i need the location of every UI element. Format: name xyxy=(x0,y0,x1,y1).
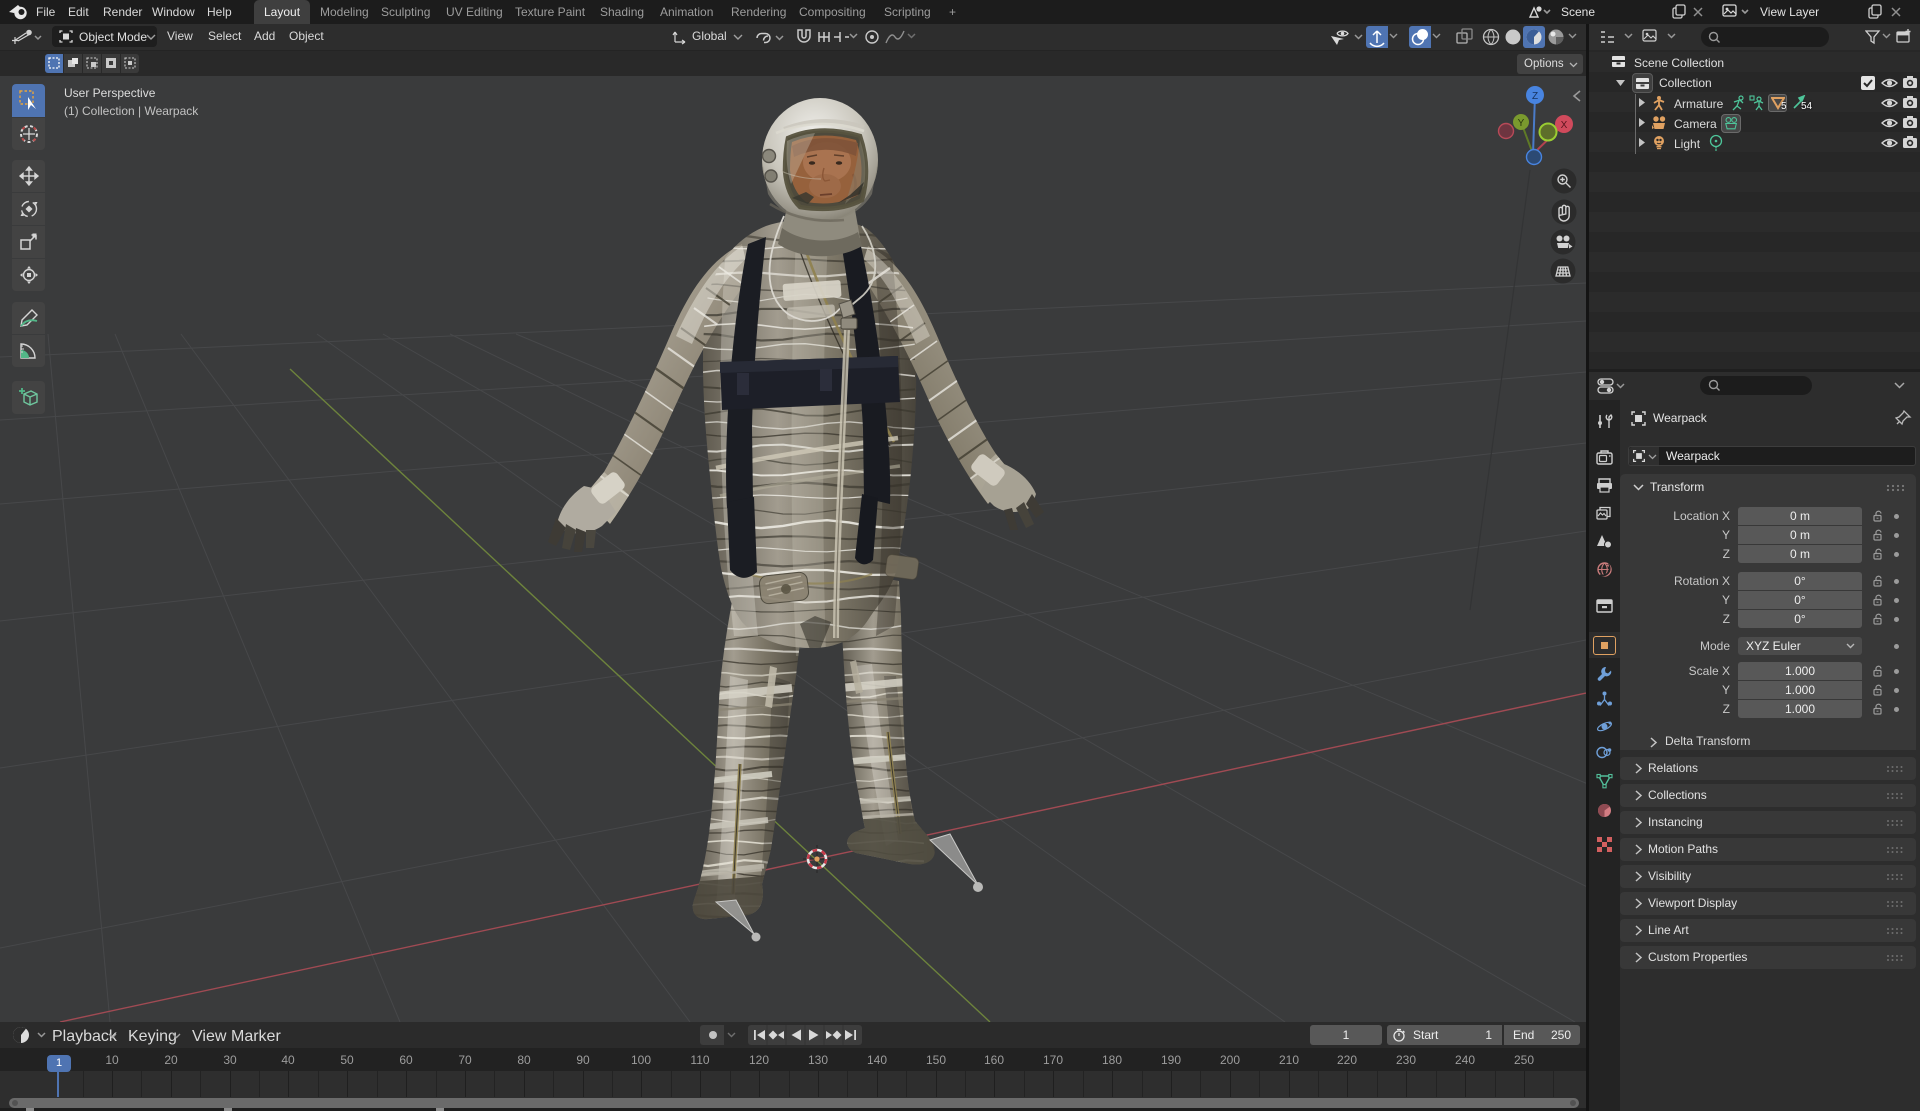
svg-text:X: X xyxy=(1561,120,1568,131)
svg-text:Z: Z xyxy=(1532,91,1538,102)
svg-text:Y: Y xyxy=(1518,118,1525,129)
